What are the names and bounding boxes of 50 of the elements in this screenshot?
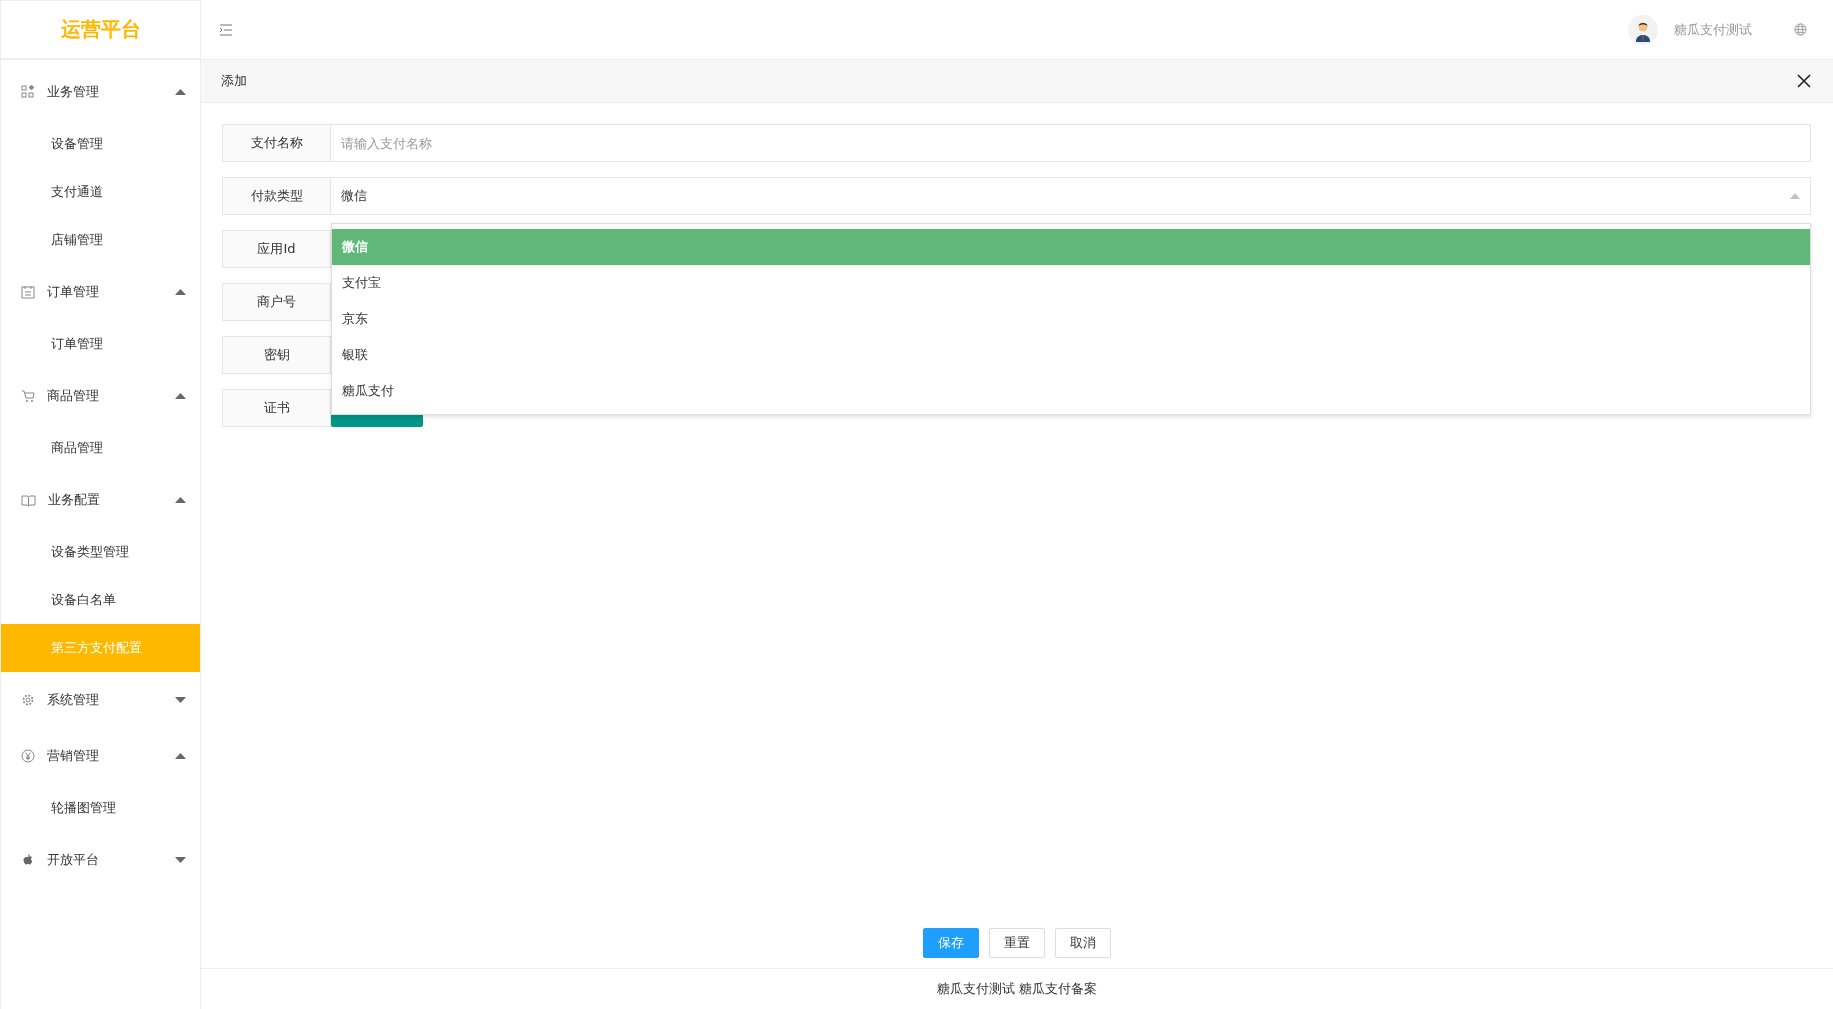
sidebar-item[interactable]: 轮播图管理: [1, 784, 200, 832]
dropdown-option[interactable]: 银联: [332, 337, 1810, 373]
dropdown-option[interactable]: 支付宝: [332, 265, 1810, 301]
logo: 运营平台: [0, 0, 201, 59]
sidebar-item[interactable]: 店铺管理: [1, 216, 200, 264]
caret-icon: [175, 89, 186, 95]
select-field[interactable]: 微信: [331, 177, 1811, 215]
sidebar-group[interactable]: 业务配置: [1, 472, 200, 528]
cart-icon: [21, 389, 35, 403]
caret-icon: [175, 497, 186, 503]
input-field[interactable]: 请输入支付名称: [331, 124, 1811, 162]
caret-icon: [175, 753, 186, 759]
field-label: 应用Id: [222, 230, 331, 268]
apple-icon: [21, 853, 35, 867]
sidebar-group[interactable]: 系统管理: [1, 672, 200, 728]
yen-icon: [21, 749, 35, 763]
dropdown-option[interactable]: 糖瓜支付: [332, 373, 1810, 409]
sidebar-group[interactable]: 订单管理: [1, 264, 200, 320]
footer-text: 糖瓜支付测试 糖瓜支付备案: [936, 980, 1098, 998]
grid-icon: [21, 85, 35, 99]
sidebar-group[interactable]: 营销管理: [1, 728, 200, 784]
dropdown-option[interactable]: 京东: [332, 301, 1810, 337]
sidebar-item[interactable]: 商品管理: [1, 424, 200, 472]
sidebar-item[interactable]: 支付通道: [1, 168, 200, 216]
sidebar-item[interactable]: 设备类型管理: [1, 528, 200, 576]
caret-icon: [175, 289, 186, 295]
field-label: 付款类型: [222, 177, 331, 215]
sidebar-group[interactable]: 业务管理: [1, 64, 200, 120]
caret-icon: [175, 393, 186, 399]
secondary-button[interactable]: 重置: [989, 928, 1045, 958]
secondary-button[interactable]: 取消: [1055, 928, 1111, 958]
caret-icon: [1790, 193, 1800, 199]
caret-icon: [175, 697, 186, 703]
field-label: 支付名称: [222, 124, 331, 162]
field-label: 商户号: [222, 283, 331, 321]
book-icon: [21, 493, 36, 507]
sidebar-item[interactable]: 订单管理: [1, 320, 200, 368]
sidebar-item[interactable]: 设备管理: [1, 120, 200, 168]
sidebar-group[interactable]: 开放平台: [1, 832, 200, 888]
gear-icon: [21, 693, 35, 707]
close-icon[interactable]: [1795, 72, 1813, 90]
avatar-icon[interactable]: [1628, 14, 1658, 45]
field-label: 密钥: [222, 336, 331, 374]
sidebar-group[interactable]: 商品管理: [1, 368, 200, 424]
globe-icon[interactable]: [1794, 23, 1807, 36]
sidebar-item[interactable]: 设备白名单: [1, 576, 200, 624]
calendar-icon: [21, 285, 35, 299]
panel-title: 添加: [221, 72, 247, 90]
field-label: 证书: [222, 389, 331, 427]
caret-icon: [175, 857, 186, 863]
